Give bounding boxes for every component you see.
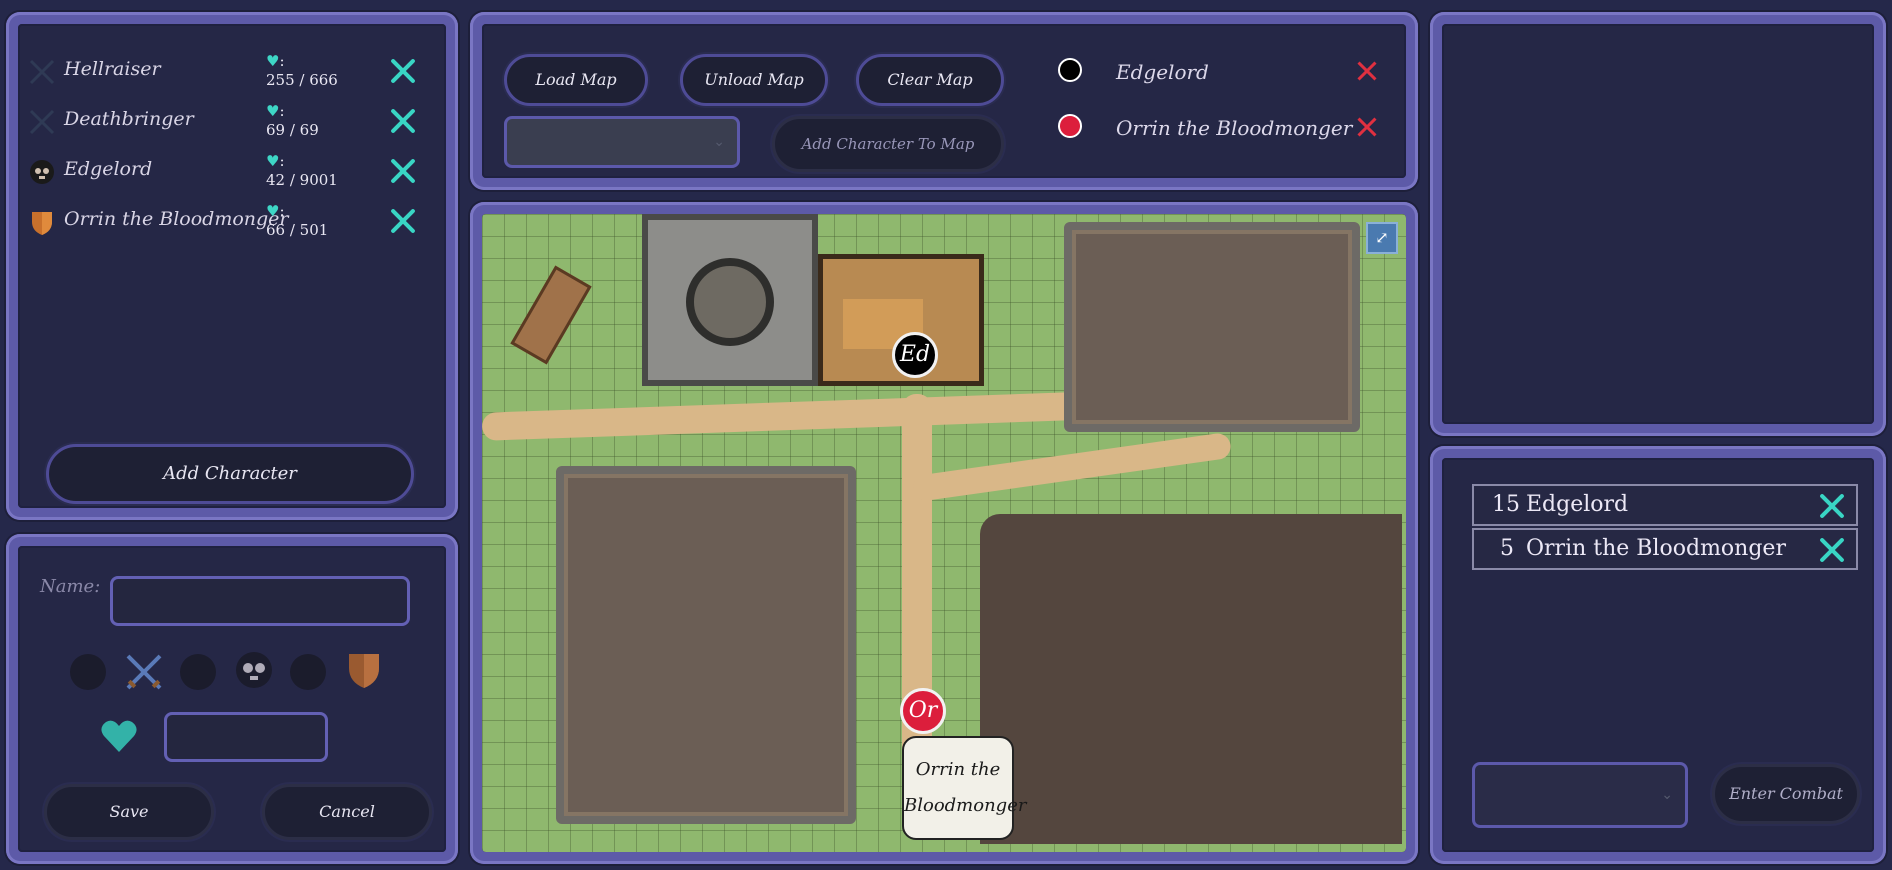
token-tooltip: Orrin the Bloodmonger bbox=[902, 736, 1026, 840]
map-controls: Load Map Unload Map Clear Map ⌄ Add Char… bbox=[482, 24, 1406, 178]
skull-icon bbox=[30, 160, 54, 184]
initiative-row[interactable]: 15 Edgelord bbox=[1472, 484, 1858, 526]
token-color-dot bbox=[1058, 58, 1082, 82]
map-viewport[interactable]: Ed Or Orrin the Bloodmonger ⤢ bbox=[482, 214, 1406, 852]
roster-item[interactable]: Orrin the Bloodmonger ♥: 66 / 501 bbox=[18, 198, 446, 248]
shield-icon[interactable] bbox=[346, 650, 382, 690]
save-button[interactable]: Save bbox=[44, 784, 214, 840]
crossed-swords-icon bbox=[29, 109, 55, 135]
remove-initiative-button[interactable] bbox=[1816, 534, 1848, 566]
heart-icon: ♥ bbox=[266, 102, 280, 120]
burnt-field bbox=[980, 514, 1402, 844]
roster-item[interactable]: Hellraiser ♥: 255 / 666 bbox=[18, 48, 446, 98]
map-panel: Ed Or Orrin the Bloodmonger ⤢ bbox=[470, 202, 1418, 864]
add-character-button[interactable]: Add Character bbox=[46, 444, 414, 504]
crossed-swords-icon bbox=[29, 59, 55, 85]
initiative-name: Edgelord bbox=[1526, 492, 1629, 517]
icon-option-circle[interactable] bbox=[70, 654, 106, 690]
cart bbox=[510, 265, 592, 365]
clear-map-button[interactable]: Clear Map bbox=[856, 54, 1004, 106]
roster-item-name: Orrin the Bloodmonger bbox=[64, 208, 289, 230]
chevron-down-icon: ⌄ bbox=[713, 134, 725, 150]
roster-item-hp: ♥: 255 / 666 bbox=[266, 52, 338, 89]
name-input[interactable] bbox=[110, 576, 410, 626]
stone-building bbox=[642, 214, 818, 386]
initiative-value: 15 bbox=[1492, 492, 1520, 517]
roster-list: Hellraiser ♥: 255 / 666 Deathbringer ♥: 69… bbox=[18, 24, 446, 508]
character-select[interactable]: ⌄ bbox=[504, 116, 740, 168]
heart-icon bbox=[101, 720, 137, 752]
remove-character-button[interactable] bbox=[386, 154, 420, 188]
editor-form: Name: Save Cancel bbox=[18, 546, 446, 852]
hp-input[interactable] bbox=[164, 712, 328, 762]
placed-token-item[interactable]: Edgelord bbox=[1058, 54, 1406, 94]
map-controls-panel: Load Map Unload Map Clear Map ⌄ Add Char… bbox=[470, 12, 1418, 190]
placed-token-item[interactable]: Orrin the Bloodmonger bbox=[1058, 110, 1406, 150]
roster-item-hp: ♥: 69 / 69 bbox=[266, 102, 319, 139]
token-color-dot bbox=[1058, 114, 1082, 138]
icon-option-circle[interactable] bbox=[180, 654, 216, 690]
remove-token-button[interactable] bbox=[1354, 58, 1380, 84]
roster-item[interactable]: Edgelord ♥: 42 / 9001 bbox=[18, 148, 446, 198]
remove-initiative-button[interactable] bbox=[1816, 490, 1848, 522]
initiative-value: 5 bbox=[1500, 536, 1514, 561]
character-editor-panel: Name: Save Cancel bbox=[6, 534, 458, 864]
expand-icon[interactable]: ⤢ bbox=[1366, 222, 1398, 254]
enter-combat-button[interactable]: Enter Combat bbox=[1712, 764, 1860, 824]
initiative-row[interactable]: 5 Orrin the Bloodmonger bbox=[1472, 528, 1858, 570]
remove-character-button[interactable] bbox=[386, 104, 420, 138]
unload-map-button[interactable]: Unload Map bbox=[680, 54, 828, 106]
initiative-list: 15 Edgelord 5 Orrin the Bloodmonger ⌄ En… bbox=[1442, 458, 1874, 852]
info-panel bbox=[1430, 12, 1886, 436]
remove-character-button[interactable] bbox=[386, 204, 420, 238]
crop-field bbox=[556, 466, 856, 824]
map-path bbox=[911, 431, 1233, 503]
placed-token-name: Edgelord bbox=[1116, 60, 1209, 84]
roster-item-name: Edgelord bbox=[64, 158, 153, 180]
crop-field bbox=[1064, 222, 1360, 432]
combat-select[interactable]: ⌄ bbox=[1472, 762, 1688, 828]
roster-item-name: Deathbringer bbox=[64, 108, 194, 130]
battle-map[interactable]: Ed Or Orrin the Bloodmonger ⤢ bbox=[482, 214, 1406, 852]
initiative-panel: 15 Edgelord 5 Orrin the Bloodmonger ⌄ En… bbox=[1430, 446, 1886, 864]
map-token[interactable]: Or bbox=[900, 688, 946, 734]
remove-character-button[interactable] bbox=[386, 54, 420, 88]
skull-icon[interactable] bbox=[234, 650, 274, 690]
roster-item-hp: ♥: 66 / 501 bbox=[266, 202, 329, 239]
placed-token-name: Orrin the Bloodmonger bbox=[1116, 116, 1353, 140]
info-panel-content bbox=[1442, 24, 1874, 424]
map-token[interactable]: Ed bbox=[892, 332, 938, 378]
name-label: Name: bbox=[40, 576, 101, 597]
crossed-swords-icon[interactable] bbox=[124, 652, 164, 692]
heart-icon: ♥ bbox=[266, 152, 280, 170]
initiative-name: Orrin the Bloodmonger bbox=[1526, 536, 1786, 561]
roster-panel: Hellraiser ♥: 255 / 666 Deathbringer ♥: 69… bbox=[6, 12, 458, 520]
roster-item-name: Hellraiser bbox=[64, 58, 161, 80]
shield-icon bbox=[32, 212, 52, 235]
roster-item[interactable]: Deathbringer ♥: 69 / 69 bbox=[18, 98, 446, 148]
heart-icon: ♥ bbox=[266, 202, 280, 220]
map-path bbox=[482, 391, 1103, 441]
heart-icon: ♥ bbox=[266, 52, 280, 70]
chevron-down-icon: ⌄ bbox=[1661, 787, 1673, 803]
remove-token-button[interactable] bbox=[1354, 114, 1380, 140]
load-map-button[interactable]: Load Map bbox=[504, 54, 648, 106]
roster-item-hp: ♥: 42 / 9001 bbox=[266, 152, 338, 189]
add-character-to-map-button[interactable]: Add Character To Map bbox=[772, 116, 1004, 172]
icon-option-circle[interactable] bbox=[290, 654, 326, 690]
cancel-button[interactable]: Cancel bbox=[262, 784, 432, 840]
